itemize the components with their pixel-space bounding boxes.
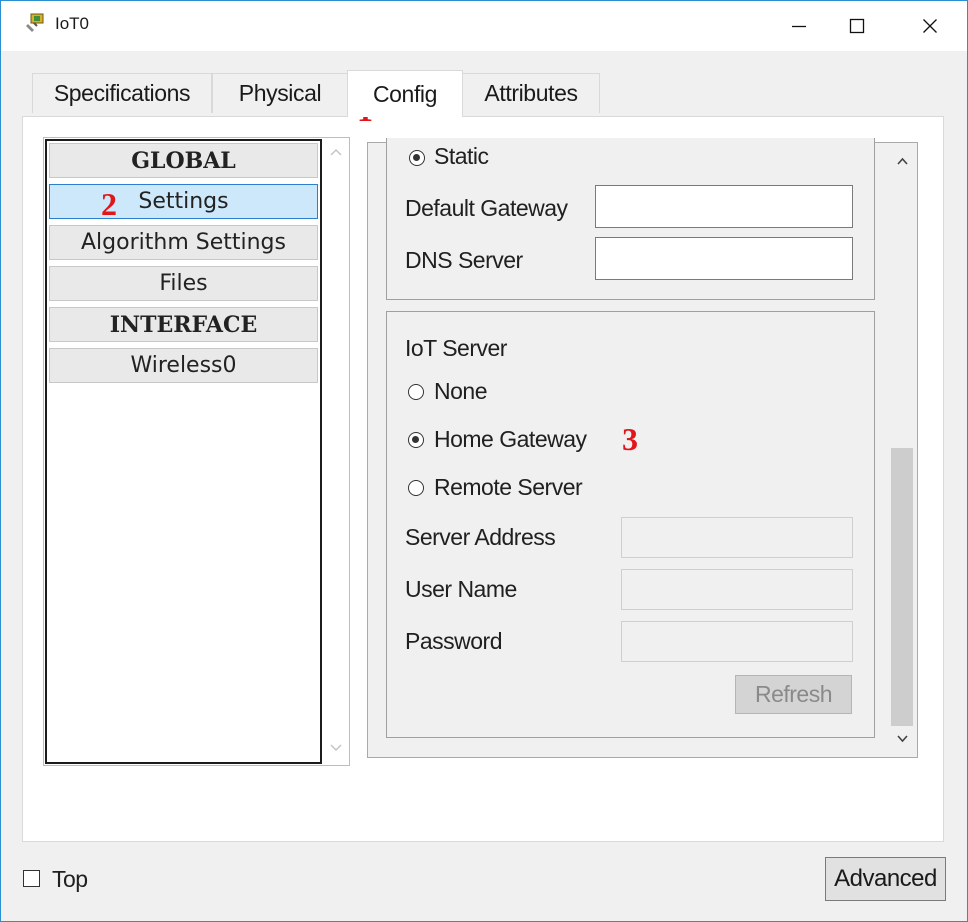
home-gateway-label: Home Gateway [434, 426, 587, 452]
default-gateway-field[interactable] [595, 185, 853, 228]
scroll-up-icon[interactable] [896, 156, 909, 166]
dns-server-label: DNS Server [405, 247, 523, 273]
sidebar-header-interface: INTERFACE [49, 307, 318, 342]
tab-specifications[interactable]: Specifications [32, 73, 212, 113]
minimize-button[interactable] [776, 1, 822, 51]
none-radio[interactable] [408, 384, 424, 400]
user-name-label: User Name [405, 576, 517, 602]
refresh-button[interactable]: Refresh [735, 675, 852, 714]
scroll-thumb[interactable] [891, 448, 913, 726]
scroll-down-icon[interactable] [329, 743, 343, 753]
remote-server-label: Remote Server [434, 474, 583, 500]
minimize-icon [792, 25, 806, 28]
window-title: IoT0 [55, 14, 90, 33]
annotation-marker-2: 2 [101, 186, 117, 222]
annotation-marker-3: 3 [622, 421, 638, 457]
maximize-icon [849, 18, 865, 34]
static-radio[interactable] [409, 150, 425, 166]
iot-server-title: IoT Server [405, 335, 507, 361]
server-address-field[interactable] [621, 517, 853, 558]
close-button[interactable] [907, 1, 953, 51]
sidebar-scrollbar[interactable] [324, 139, 348, 764]
static-label: Static [434, 143, 489, 169]
none-label: None [434, 378, 487, 404]
top-label: Top [52, 866, 88, 892]
advanced-button[interactable]: Advanced [825, 857, 946, 901]
server-address-label: Server Address [405, 524, 556, 550]
tab-config[interactable]: Config [347, 70, 463, 117]
app-icon [25, 12, 47, 34]
remote-server-radio[interactable] [408, 480, 424, 496]
password-label: Password [405, 628, 502, 654]
home-gateway-radio[interactable] [408, 432, 424, 448]
settings-scrollbar[interactable] [889, 144, 916, 756]
sidebar-item-algorithm-settings[interactable]: Algorithm Settings [49, 225, 318, 260]
dns-server-field[interactable] [595, 237, 853, 280]
sidebar-item-settings[interactable]: Settings [49, 184, 318, 219]
sidebar-item-files[interactable]: Files [49, 266, 318, 301]
tab-physical[interactable]: Physical [212, 73, 348, 113]
scroll-up-icon[interactable] [329, 147, 343, 157]
sidebar-header-global: GLOBAL [49, 143, 318, 178]
close-icon [923, 19, 937, 33]
password-field[interactable] [621, 621, 853, 662]
top-checkbox[interactable] [23, 870, 40, 887]
default-gateway-label: Default Gateway [405, 195, 568, 221]
sidebar-item-wireless0[interactable]: Wireless0 [49, 348, 318, 383]
title-bar: IoT0 [1, 1, 967, 51]
tab-attributes[interactable]: Attributes [462, 73, 600, 113]
scroll-down-icon[interactable] [896, 734, 909, 744]
maximize-button[interactable] [834, 1, 880, 51]
user-name-field[interactable] [621, 569, 853, 610]
